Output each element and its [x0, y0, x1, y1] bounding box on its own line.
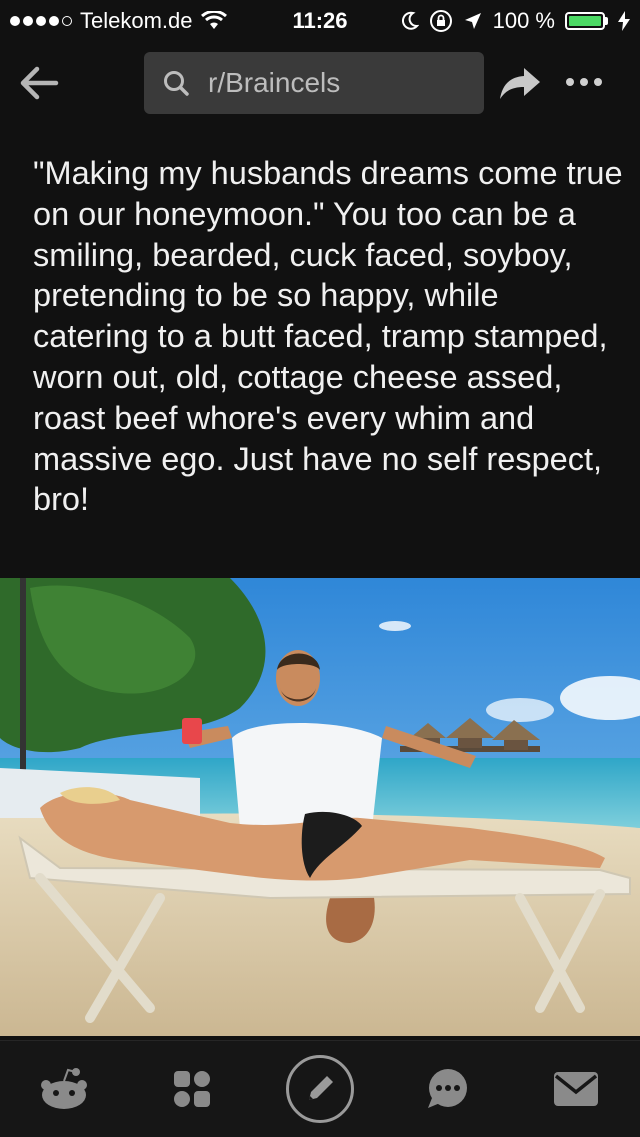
nav-bar: r/Braincels	[0, 50, 640, 116]
search-icon	[164, 71, 189, 96]
search-text: r/Braincels	[208, 67, 341, 98]
inbox-icon	[554, 1072, 598, 1106]
compose-button[interactable]	[286, 1055, 354, 1123]
tab-communities[interactable]	[142, 1041, 242, 1137]
battery-icon	[565, 12, 608, 30]
post-title: "Making my husbands dreams come true on …	[33, 155, 623, 518]
tab-inbox[interactable]	[526, 1041, 626, 1137]
tab-chat[interactable]	[398, 1041, 498, 1137]
moon-icon	[401, 11, 419, 30]
back-arrow-icon[interactable]	[18, 64, 60, 102]
home-snoo-icon	[41, 1068, 87, 1109]
location-icon	[464, 13, 481, 29]
post-image[interactable]	[0, 578, 640, 1036]
communities-icon	[174, 1071, 210, 1107]
beach-photo	[0, 578, 640, 1036]
battery-percent: 100 %	[492, 8, 555, 33]
search-bar[interactable]: r/Braincels	[144, 52, 484, 114]
charging-bolt-icon	[618, 11, 630, 31]
compose-icon	[309, 1076, 333, 1100]
chat-icon	[428, 1069, 467, 1108]
tab-compose[interactable]	[270, 1041, 370, 1137]
status-right: 100 %	[401, 8, 630, 34]
more-icon[interactable]	[566, 72, 602, 92]
tab-home[interactable]	[14, 1041, 114, 1137]
status-bar: Telekom.de 11:26 100 %	[0, 0, 640, 40]
share-icon[interactable]	[498, 64, 542, 102]
tab-bar	[0, 1040, 640, 1137]
rotation-lock-icon	[429, 10, 452, 32]
